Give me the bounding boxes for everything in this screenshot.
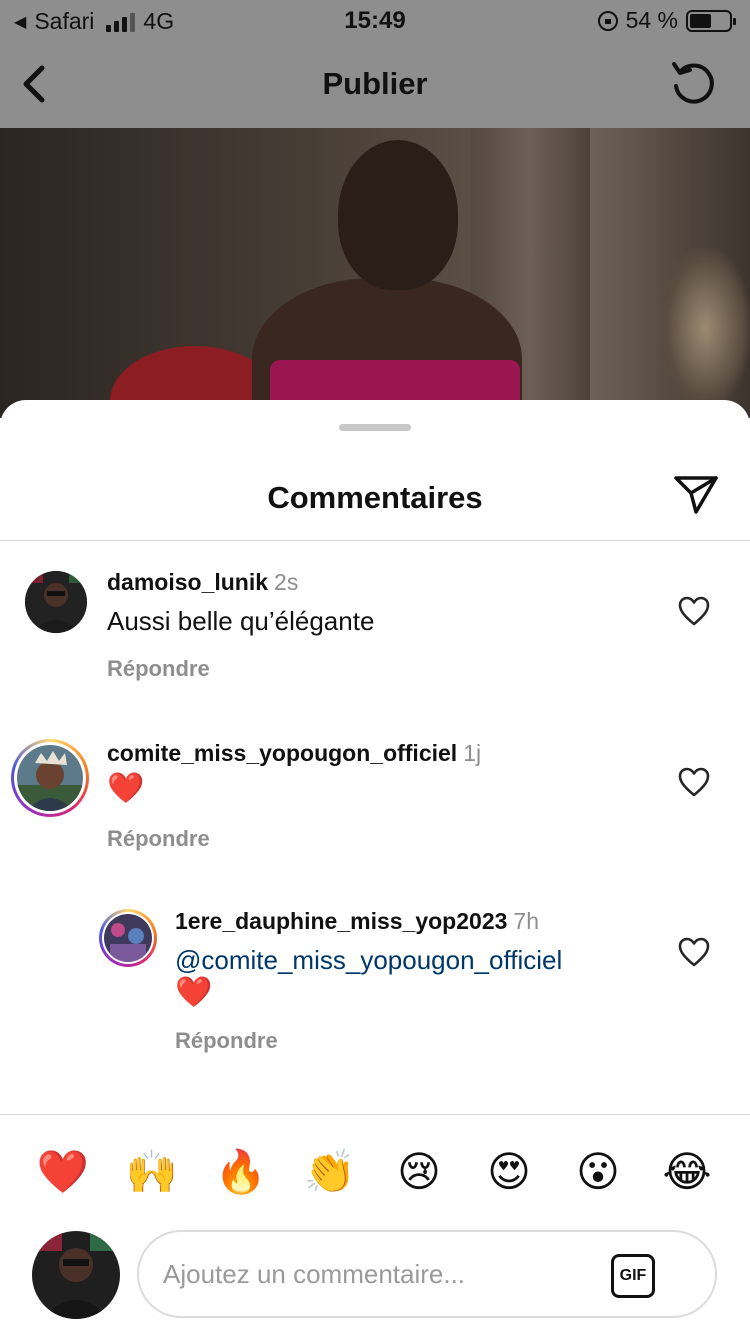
comment-field: GIF — [137, 1230, 717, 1318]
post-header: Publier — [0, 40, 750, 128]
heart-icon[interactable] — [677, 766, 711, 798]
refresh-icon[interactable] — [668, 58, 718, 108]
comment-time: 2s — [274, 569, 299, 595]
emoji-surprised-button[interactable]: 😮 — [571, 1145, 625, 1199]
comment-text: Aussi belle qu’élégante — [107, 606, 375, 636]
comment-composer: GIF — [0, 1226, 750, 1334]
emoji-raised-hands-button[interactable]: 🙌 — [125, 1145, 179, 1199]
comment-meta: comite_miss_yopougon_officiel 1j — [107, 740, 481, 767]
comment-item: damoiso_lunik 2s Aussi belle qu’élégante … — [0, 560, 750, 700]
page-title: Publier — [322, 66, 428, 101]
comment-username[interactable]: damoiso_lunik — [107, 569, 268, 595]
emoji-heart-button[interactable]: ❤️ — [36, 1145, 90, 1199]
emoji-laughing-button[interactable]: 😂 — [660, 1145, 714, 1199]
avatar-portrait — [17, 745, 83, 811]
paper-plane-icon[interactable] — [672, 472, 720, 516]
avatar — [104, 914, 152, 962]
status-right: 54 % — [597, 7, 736, 34]
my-avatar — [32, 1231, 120, 1319]
emoji-crying-button[interactable]: 😢 — [392, 1145, 446, 1199]
comment-mention[interactable]: @comite_miss_yopougon_officiel — [175, 945, 562, 976]
emoji-fire-button[interactable]: 🔥 — [214, 1145, 268, 1199]
comment-meta: damoiso_lunik 2s — [107, 569, 298, 596]
battery-fill — [690, 13, 711, 28]
comment-meta: 1ere_dauphine_miss_yop2023 7h — [175, 908, 539, 935]
comment-username[interactable]: 1ere_dauphine_miss_yop2023 — [175, 908, 507, 934]
post-photo — [0, 128, 750, 418]
comment-item: comite_miss_yopougon_officiel 1j ❤️ Répon… — [0, 730, 750, 880]
gif-button[interactable]: GIF — [611, 1254, 655, 1298]
comments-sheet: Commentaires damoiso_lunik 2s Aussi belle… — [0, 400, 750, 1334]
heart-icon[interactable] — [677, 936, 711, 968]
battery-percent: 54 % — [625, 7, 678, 33]
comment-username[interactable]: comite_miss_yopougon_officiel — [107, 740, 457, 766]
sheet-grabber[interactable] — [339, 424, 411, 431]
emoji-heart-eyes-button[interactable]: 😍 — [482, 1145, 536, 1199]
reply-button[interactable]: Répondre — [107, 656, 210, 682]
avatar[interactable] — [25, 571, 87, 633]
emoji-clap-button[interactable]: 👏 — [303, 1145, 357, 1199]
comment-text: ❤️ — [175, 976, 213, 1009]
avatar — [17, 745, 83, 811]
comment-time: 7h — [513, 908, 539, 934]
avatar-portrait — [25, 571, 87, 633]
avatar-portrait — [104, 914, 152, 962]
avatar-portrait — [32, 1231, 120, 1319]
reply-comment-item: 1ere_dauphine_miss_yop2023 7h @comite_mis… — [0, 900, 750, 1070]
status-bar: ◀ Safari 4G 15:49 54 % — [0, 0, 750, 40]
heart-icon[interactable] — [677, 595, 711, 627]
emoji-reaction-bar: ❤️ 🙌 🔥 👏 😢 😍 😮 😂 — [0, 1114, 750, 1226]
orientation-lock-icon — [597, 10, 618, 31]
sheet-title: Commentaires — [267, 480, 483, 515]
comment-text: ❤️ — [107, 772, 145, 805]
comment-input[interactable] — [163, 1250, 603, 1298]
reply-button[interactable]: Répondre — [175, 1028, 278, 1054]
sheet-divider — [0, 540, 750, 541]
story-ring[interactable] — [99, 909, 157, 967]
reply-button[interactable]: Répondre — [107, 826, 210, 852]
battery-icon — [686, 9, 736, 32]
comment-time: 1j — [463, 740, 482, 766]
story-ring[interactable] — [11, 739, 89, 817]
